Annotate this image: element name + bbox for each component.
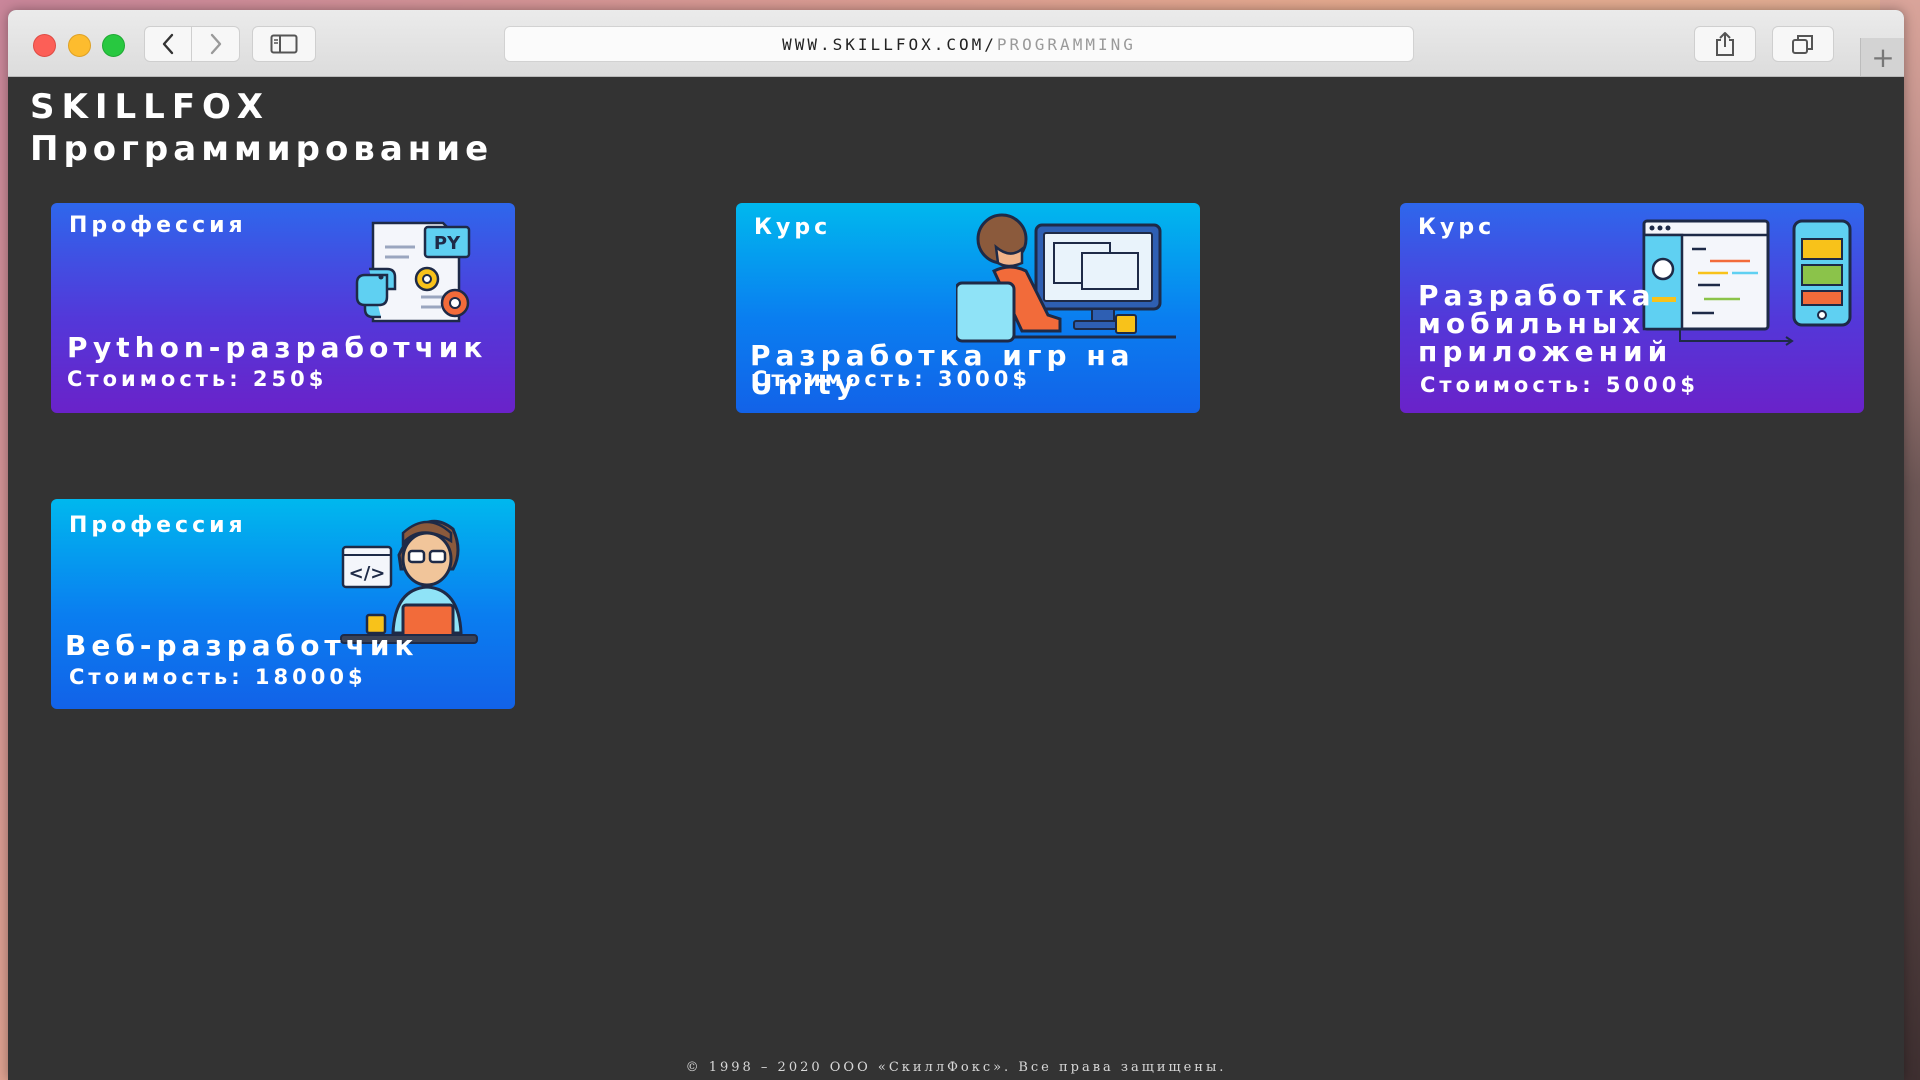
chevron-right-icon — [210, 33, 221, 55]
card-price: Стоимость: 18000$ — [69, 665, 367, 689]
address-bar[interactable]: WWW.SKILLFOX.COM/PROGRAMMING — [504, 26, 1414, 62]
tabs-icon — [1792, 35, 1813, 54]
card-title-line-2: мобильных — [1418, 307, 1646, 340]
browser-window: WWW.SKILLFOX.COM/PROGRAMMING + SKILLFOX … — [8, 10, 1904, 1080]
maximize-window-button[interactable] — [102, 34, 125, 57]
developer-at-computer-icon — [956, 213, 1176, 343]
plus-icon: + — [1871, 40, 1895, 74]
card-type-label: Курс — [1418, 215, 1496, 240]
share-icon — [1716, 32, 1734, 56]
forward-button[interactable] — [192, 26, 240, 62]
brand-logo[interactable]: SKILLFOX — [30, 87, 270, 127]
url-path: PROGRAMMING — [996, 34, 1136, 54]
sidebar-toggle-button[interactable] — [252, 26, 316, 62]
card-type-label: Профессия — [69, 213, 247, 238]
web-developer-icon: </> — [340, 519, 478, 644]
card-price: Стоимость: 3000$ — [752, 367, 1031, 391]
course-card-unity[interactable]: Курс Разработка игр на Unity Стоимость: … — [736, 203, 1200, 413]
page-content: SKILLFOX Программирование Профессия PY P… — [8, 77, 1904, 1080]
card-title: Веб-разработчик — [65, 629, 419, 662]
card-title-line-3: приложений — [1418, 335, 1673, 368]
footer-copyright: © 1998 – 2020 ООО «СкиллФокс». Все права… — [685, 1060, 1227, 1075]
code-label: </> — [349, 563, 386, 584]
browser-toolbar: WWW.SKILLFOX.COM/PROGRAMMING + — [8, 10, 1904, 77]
card-title: Python-разработчик — [67, 331, 488, 364]
card-type-label: Курс — [754, 215, 832, 240]
card-price: Стоимость: 5000$ — [1420, 373, 1699, 397]
card-price: Стоимость: 250$ — [67, 367, 328, 391]
close-window-button[interactable] — [33, 34, 56, 57]
mobile-app-icon — [1642, 219, 1852, 346]
chevron-left-icon — [162, 33, 174, 55]
url-host: WWW.SKILLFOX.COM/ — [782, 34, 997, 54]
course-card-mobile[interactable]: Курс Разработка мобильных приложений Сто… — [1400, 203, 1864, 413]
python-icon: PY — [355, 221, 471, 323]
new-tab-button[interactable]: + — [1860, 38, 1904, 76]
minimize-window-button[interactable] — [68, 34, 91, 57]
course-card-python[interactable]: Профессия PY Python-разработчик Стоимост… — [51, 203, 515, 413]
sidebar-icon — [270, 34, 298, 54]
course-card-web[interactable]: Профессия </> Веб-разработчик Стоимость:… — [51, 499, 515, 709]
share-button[interactable] — [1694, 26, 1756, 62]
card-type-label: Профессия — [69, 513, 247, 538]
back-button[interactable] — [144, 26, 192, 62]
page-title: Программирование — [30, 129, 494, 169]
show-tabs-button[interactable] — [1772, 26, 1834, 62]
card-title-line-1: Разработка — [1418, 279, 1656, 312]
py-label: PY — [434, 233, 461, 254]
